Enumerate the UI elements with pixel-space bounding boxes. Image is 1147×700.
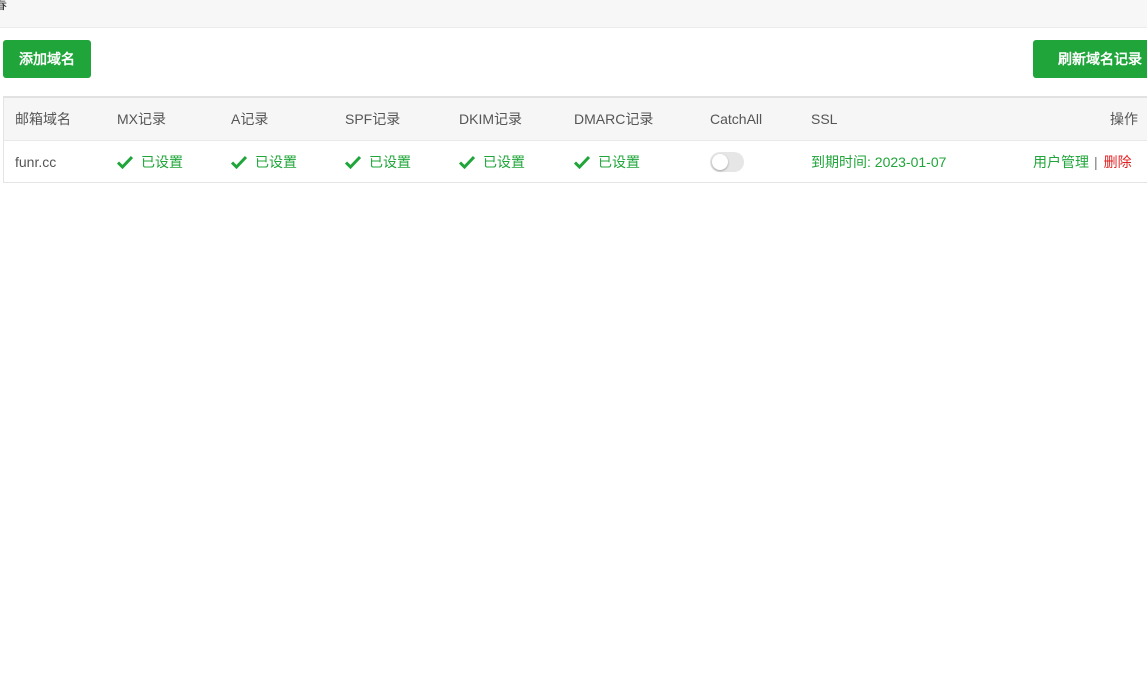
col-header-ssl: SSL [811, 111, 838, 127]
col-header-a: A记录 [231, 111, 269, 127]
domain-name: funr.cc [15, 154, 57, 170]
col-header-dkim: DKIM记录 [459, 111, 522, 127]
top-bar: 春 [0, 0, 1147, 28]
a-status: 已设置 [231, 141, 297, 183]
dkim-status: 已设置 [459, 141, 525, 183]
mx-status: 已设置 [117, 141, 183, 183]
spf-status: 已设置 [345, 141, 411, 183]
refresh-records-button[interactable]: 刷新域名记录 [1033, 40, 1147, 78]
col-header-domain: 邮箱域名 [15, 111, 71, 127]
dmarc-status-text: 已设置 [598, 154, 640, 170]
topbar-glyph: 春 [0, 0, 8, 13]
mx-status-text: 已设置 [141, 154, 183, 170]
toggle-knob [712, 154, 728, 170]
col-header-mx: MX记录 [117, 111, 166, 127]
check-icon [574, 155, 590, 169]
check-icon [459, 155, 475, 169]
row-actions: 用户管理 | 删除 [1033, 141, 1132, 183]
check-icon [117, 155, 133, 169]
dmarc-status: 已设置 [574, 141, 640, 183]
ssl-expiry: 到期时间: 2023-01-07 [811, 154, 947, 170]
action-separator: | [1094, 154, 1098, 170]
domain-table: 邮箱域名 MX记录 A记录 SPF记录 DKIM记录 DMARC记录 Catch… [3, 96, 1147, 183]
col-header-dmarc: DMARC记录 [574, 111, 654, 127]
col-header-catchall: CatchAll [710, 111, 763, 127]
delete-link[interactable]: 删除 [1104, 154, 1132, 170]
dkim-status-text: 已设置 [483, 154, 525, 170]
table-header: 邮箱域名 MX记录 A记录 SPF记录 DKIM记录 DMARC记录 Catch… [4, 98, 1147, 141]
spf-status-text: 已设置 [369, 154, 411, 170]
col-header-spf: SPF记录 [345, 111, 401, 127]
add-domain-button[interactable]: 添加域名 [3, 40, 91, 78]
user-management-link[interactable]: 用户管理 [1033, 154, 1089, 170]
catchall-toggle[interactable] [710, 152, 744, 172]
col-header-actions: 操作 [1110, 111, 1138, 127]
check-icon [345, 155, 361, 169]
a-status-text: 已设置 [255, 154, 297, 170]
table-row: funr.cc 已设置 已设置 已设置 已设置 已设置 到期时间: 2023-0… [4, 141, 1147, 183]
check-icon [231, 155, 247, 169]
